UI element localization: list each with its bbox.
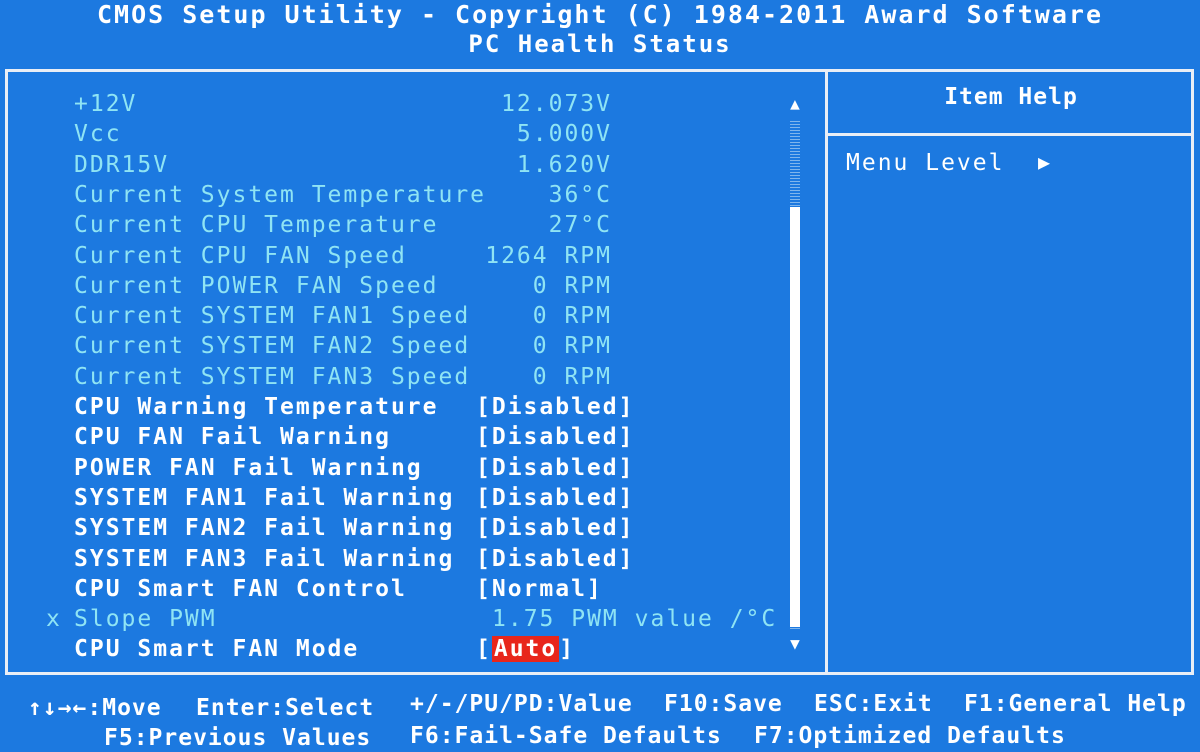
setting-row: Current CPU Temperature 27°C (8, 210, 808, 240)
disabled-marker: x (46, 606, 62, 633)
selected-value[interactable]: Auto (491, 636, 560, 663)
setting-label: SYSTEM FAN3 Fail Warning (74, 545, 455, 572)
setting-label: SYSTEM FAN1 Fail Warning (74, 484, 455, 511)
key-general-help: F1:General Help (964, 691, 1187, 717)
setting-label: Vcc (74, 121, 122, 148)
menu-level-label: Menu Level (846, 150, 1005, 176)
setting-row: DDR15V 1.620V (8, 150, 808, 180)
setting-label: SYSTEM FAN2 Fail Warning (74, 515, 455, 542)
key-select: Enter:Select (196, 695, 375, 721)
setting-label: CPU Smart FAN Control (74, 575, 407, 602)
reading-value: 27°C (548, 212, 612, 239)
scroll-up-arrow-icon[interactable]: ▲ (787, 93, 803, 115)
key-exit: ESC:Exit (814, 691, 933, 717)
setting-row[interactable]: CPU Smart FAN Mode [Auto] (8, 634, 808, 664)
reading-value: 1264 RPM (485, 242, 612, 269)
help-divider (828, 133, 1194, 136)
menu-level-arrow-icon: ▶ (1038, 150, 1051, 174)
setting-row: Current SYSTEM FAN2 Speed 0 RPM (8, 331, 808, 361)
setting-row: Current POWER FAN Speed 0 RPM (8, 271, 808, 301)
setting-row: x Slope PWM 1.75 PWM value /°C (8, 604, 808, 634)
setting-label: POWER FAN Fail Warning (74, 454, 423, 481)
setting-label: CPU Smart FAN Mode (74, 636, 360, 663)
setting-label: Current CPU Temperature (74, 212, 439, 239)
setting-label: CPU FAN Fail Warning (74, 424, 391, 451)
panel-divider (825, 72, 828, 672)
setting-label: Current SYSTEM FAN3 Speed (74, 363, 471, 390)
bios-header: CMOS Setup Utility - Copyright (C) 1984-… (0, 0, 1200, 68)
setting-row[interactable]: SYSTEM FAN1 Fail Warning [Disabled] (8, 483, 808, 513)
setting-value: 1.75 PWM value /°C (492, 606, 778, 633)
key-legend: ↑↓→←:Move Enter:Select +/-/PU/PD:Value F… (0, 681, 1200, 752)
key-save: F10:Save (664, 691, 783, 717)
setting-label: CPU Warning Temperature (74, 394, 439, 420)
reading-value: 0 RPM (532, 303, 612, 330)
setting-value[interactable]: [Disabled] (476, 544, 634, 574)
reading-value: 0 RPM (532, 272, 612, 299)
setting-row: Current SYSTEM FAN3 Speed 0 RPM (8, 362, 808, 392)
setting-row: Vcc 5.000V (8, 119, 808, 149)
setting-label: DDR15V (74, 151, 170, 178)
setting-value[interactable]: [Disabled] (476, 453, 634, 483)
setting-label: +12V (74, 91, 138, 117)
reading-value: 5.000V (516, 121, 612, 148)
setting-value[interactable]: [Disabled] (476, 392, 634, 422)
reading-value: 1.620V (516, 151, 612, 178)
reading-value: 0 RPM (532, 363, 612, 390)
key-move: ↑↓→←:Move (28, 695, 162, 721)
setting-row: Current SYSTEM FAN1 Speed 0 RPM (8, 301, 808, 331)
setting-value[interactable]: [Normal] (476, 574, 603, 604)
setting-row[interactable]: CPU Smart FAN Control [Normal] (8, 574, 808, 604)
setting-value[interactable]: [Disabled] (476, 513, 634, 543)
reading-value: 12.073V (501, 91, 612, 117)
setting-row[interactable]: SYSTEM FAN3 Fail Warning [Disabled] (8, 544, 808, 574)
bracket-close: ] (559, 636, 576, 663)
scroll-down-arrow-icon[interactable]: ▼ (787, 633, 803, 655)
setting-row[interactable]: SYSTEM FAN2 Fail Warning [Disabled] (8, 513, 808, 543)
setting-value[interactable]: [Disabled] (476, 483, 634, 513)
page-title: PC Health Status (468, 30, 732, 58)
setting-label: Current SYSTEM FAN1 Speed (74, 303, 471, 330)
key-previous-values: F5:Previous Values (104, 725, 372, 751)
setting-row: Current System Temperature 36°C (8, 180, 808, 210)
setting-label: Current POWER FAN Speed (74, 272, 439, 299)
bracket-open: [ (476, 636, 492, 663)
setting-label: Current System Temperature (74, 181, 487, 208)
setting-label: Current CPU FAN Speed (74, 242, 407, 269)
setting-row: Current CPU FAN Speed 1264 RPM (8, 241, 808, 271)
setting-label: Current SYSTEM FAN2 Speed (74, 333, 471, 360)
reading-value: 36°C (548, 181, 612, 208)
main-frame: +12V 12.073V Vcc 5.000V DDR15V 1.620V Current … (5, 69, 1194, 675)
bios-title: CMOS Setup Utility - Copyright (C) 1984-… (96, 0, 1104, 29)
key-failsafe-defaults: F6:Fail-Safe Defaults (410, 723, 722, 749)
setting-row: +12V 12.073V (8, 89, 808, 119)
scroll-thumb[interactable] (790, 207, 800, 627)
setting-row[interactable]: CPU FAN Fail Warning [Disabled] (8, 422, 808, 452)
item-help-title: Item Help (944, 84, 1078, 110)
setting-value[interactable]: [Auto] (476, 634, 575, 664)
setting-row[interactable]: POWER FAN Fail Warning [Disabled] (8, 453, 808, 483)
key-value: +/-/PU/PD:Value (410, 691, 633, 717)
reading-value: 0 RPM (532, 333, 612, 360)
setting-label: Slope PWM (74, 606, 217, 633)
setting-row[interactable]: CPU Warning Temperature [Disabled] (8, 392, 808, 422)
setting-value[interactable]: [Disabled] (476, 422, 634, 452)
key-optimized-defaults: F7:Optimized Defaults (754, 723, 1066, 749)
scrollbar[interactable]: ▲ ▼ (787, 93, 803, 653)
